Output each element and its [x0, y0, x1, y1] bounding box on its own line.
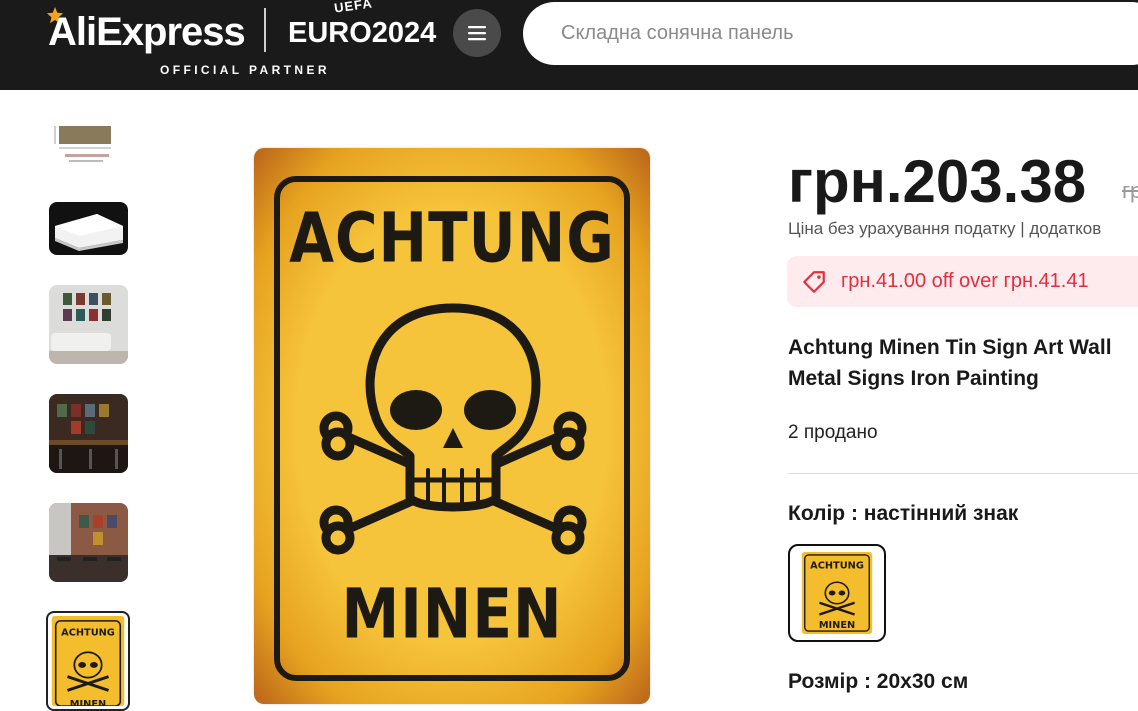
site-header: AliExpress UEFA EURO2024 OFFICIAL PARTNE…: [0, 0, 1138, 90]
size-label: Розмір : 20x30 см: [788, 670, 969, 693]
thumbnail-living-room[interactable]: [49, 285, 128, 364]
thumbnail-dimensions[interactable]: [49, 118, 128, 168]
dimensions-image: [49, 118, 128, 168]
product-title: Achtung Minen Tin Sign Art Wall Metal Si…: [788, 332, 1138, 394]
divider: [788, 473, 1138, 474]
original-price: гр: [1122, 178, 1138, 203]
aliexpress-logo[interactable]: AliExpress: [48, 8, 246, 56]
swatch-image: ACHTUNG MINEN: [801, 551, 873, 635]
svg-text:MINEN: MINEN: [70, 699, 106, 706]
svg-text:MINEN: MINEN: [819, 620, 855, 631]
thumbnail-sign-side[interactable]: [49, 202, 128, 255]
search-placeholder: Складна сонячна панель: [561, 22, 794, 44]
product-title-line1: Achtung Minen Tin Sign Art Wall: [788, 336, 1112, 359]
current-price: грн.203.38: [788, 148, 1087, 215]
hamburger-icon: [468, 26, 486, 41]
sign-text-minen: MINEN: [341, 573, 563, 655]
thumbnail-bar-wall[interactable]: [49, 394, 128, 473]
sign-side-image: [49, 202, 128, 255]
skull-crossbones-icon: [319, 303, 587, 555]
living-room-image: [49, 285, 128, 364]
thumbnail-achtung-sign[interactable]: ACHTUNG MINEN: [46, 611, 130, 711]
product-title-line2: Metal Signs Iron Painting: [788, 367, 1039, 390]
tax-note: Ціна без урахування податку | додатков: [788, 219, 1102, 238]
official-partner-text: OFFICIAL PARTNER: [160, 63, 330, 77]
bar-wall-image: [49, 394, 128, 473]
logo-divider: [264, 8, 266, 52]
euro2024-logo: EURO2024: [288, 17, 437, 49]
svg-text:ACHTUNG: ACHTUNG: [61, 628, 115, 639]
svg-text:ACHTUNG: ACHTUNG: [810, 561, 864, 572]
search-input[interactable]: Складна сонячна панель: [523, 2, 1138, 65]
main-product-image[interactable]: ACHTUNG MINEN: [254, 148, 650, 704]
achtung-sign-image: ACHTUNG MINEN: [51, 616, 125, 706]
menu-button[interactable]: [453, 9, 501, 57]
color-label: Колір : настінний знак: [788, 502, 1019, 525]
coupon-badge[interactable]: грн.41.00 off over грн.41.41: [787, 256, 1138, 307]
cafe-wall-image: [49, 503, 128, 582]
sold-count: 2 продано: [788, 422, 878, 443]
thumbnail-cafe-wall[interactable]: [49, 503, 128, 582]
tag-icon: [803, 270, 825, 293]
color-option-wall-sign[interactable]: ACHTUNG MINEN: [788, 544, 886, 642]
sign-text-achtung: ACHTUNG: [289, 197, 615, 279]
coupon-text: грн.41.00 off over грн.41.41: [841, 270, 1089, 292]
